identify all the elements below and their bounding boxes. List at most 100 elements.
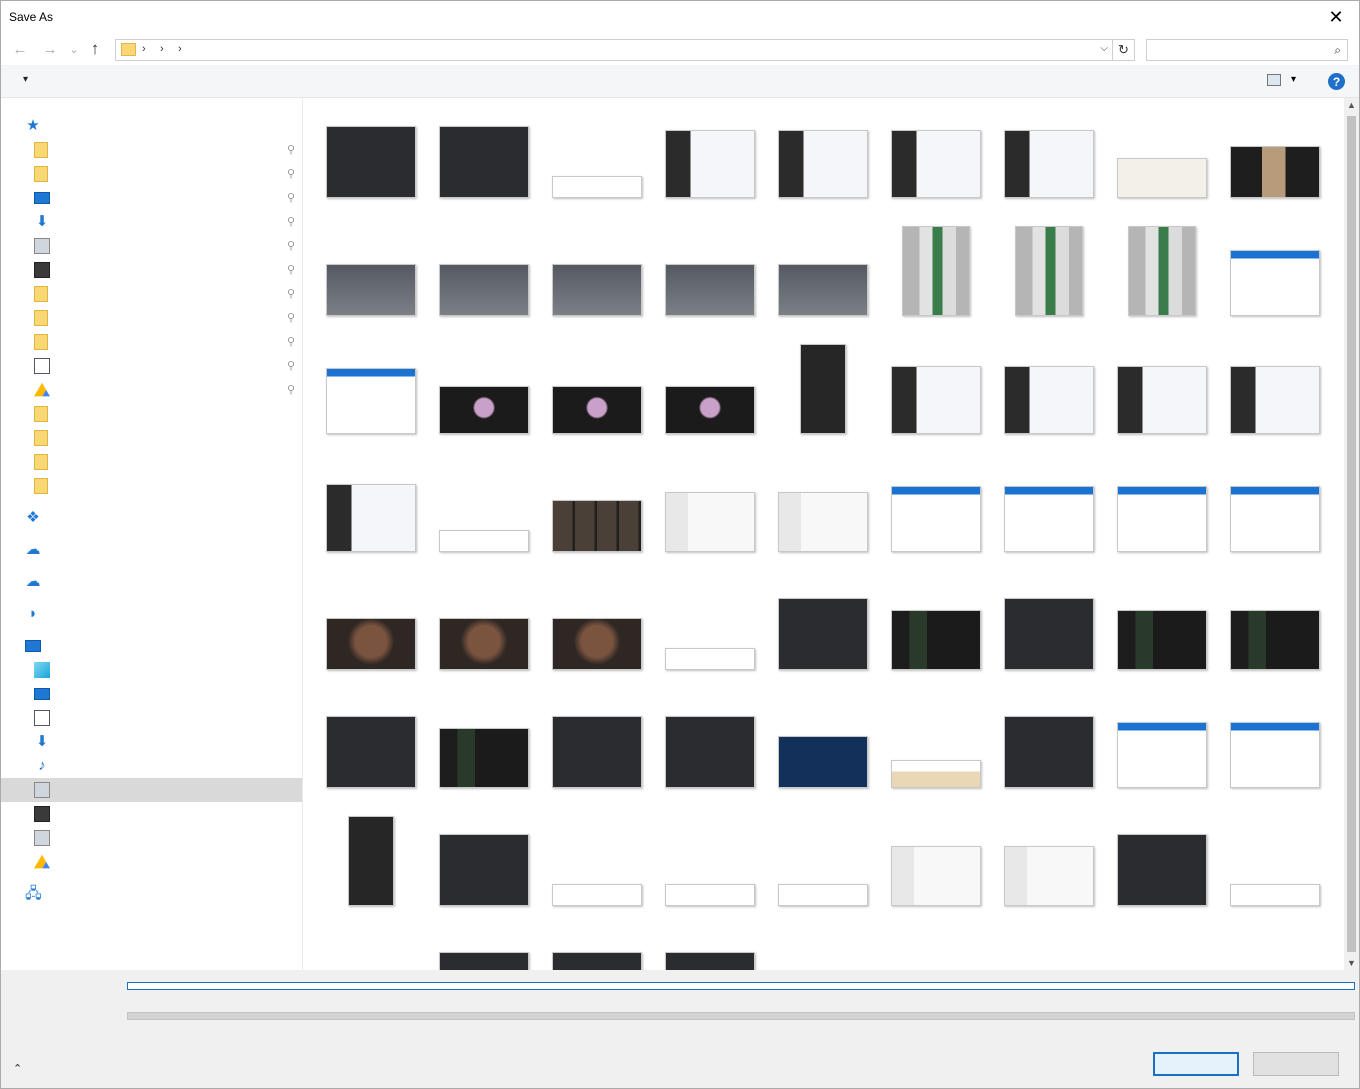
nav-item-google-drive[interactable] [1, 850, 302, 874]
file-thumbnail[interactable] [891, 760, 981, 788]
file-thumbnail[interactable] [891, 130, 981, 198]
change-view-icon[interactable] [1267, 74, 1281, 86]
file-thumbnail[interactable] [665, 386, 755, 434]
file-thumbnail[interactable] [778, 598, 868, 670]
file-thumbnail[interactable] [1117, 610, 1207, 670]
nav-item-documents[interactable] [1, 706, 302, 730]
recent-locations-button[interactable]: ⌄ [63, 39, 85, 59]
nav-item-videos[interactable] [1, 802, 302, 826]
up-button[interactable]: ↑ [84, 39, 106, 59]
file-thumbnail[interactable] [1004, 716, 1094, 788]
file-thumbnail[interactable] [439, 386, 529, 434]
file-thumbnail[interactable] [552, 500, 642, 552]
file-thumbnail[interactable] [1117, 486, 1207, 552]
file-thumbnail[interactable] [665, 884, 755, 906]
file-thumbnail[interactable] [778, 736, 868, 788]
file-thumbnail[interactable] [439, 834, 529, 906]
file-thumbnail[interactable] [1230, 250, 1320, 316]
view-options-dropdown[interactable]: ▾ [1291, 74, 1296, 85]
file-thumbnail[interactable] [665, 130, 755, 198]
nav-item-folder[interactable] [1, 402, 302, 426]
nav-item-quick-access-star[interactable]: ★ [1, 114, 302, 138]
nav-item-documents[interactable]: ⚲ [1, 354, 302, 378]
nav-item-folder[interactable] [1, 450, 302, 474]
cancel-button[interactable] [1253, 1052, 1339, 1076]
file-thumbnail[interactable] [552, 716, 642, 788]
file-thumbnail[interactable] [891, 366, 981, 434]
file-thumbnail[interactable] [891, 846, 981, 906]
file-thumbnail[interactable] [1117, 366, 1207, 434]
file-thumbnail[interactable] [439, 264, 529, 316]
file-thumbnail[interactable] [1230, 610, 1320, 670]
file-thumbnail[interactable] [552, 618, 642, 670]
file-thumbnail[interactable] [439, 618, 529, 670]
nav-item-3d-objects[interactable] [1, 658, 302, 682]
file-thumbnail[interactable] [778, 130, 868, 198]
nav-item-desktop[interactable] [1, 682, 302, 706]
nav-item-icloud[interactable]: ☁ [1, 538, 302, 562]
file-thumbnail[interactable] [1004, 486, 1094, 552]
file-thumbnail[interactable] [439, 126, 529, 198]
breadcrumb-chevron[interactable]: › [178, 43, 182, 55]
nav-item-folder[interactable]: ⚲ [1, 330, 302, 354]
nav-item-folder[interactable] [1, 426, 302, 450]
file-thumbnail[interactable] [326, 716, 416, 788]
scroll-up-icon[interactable]: ▲ [1344, 100, 1359, 110]
file-thumbnail[interactable] [778, 884, 868, 906]
nav-item-local-disk[interactable] [1, 826, 302, 850]
nav-item-downloads[interactable]: ⬇ ⚲ [1, 210, 302, 234]
nav-item-folder[interactable]: ⚲ [1, 306, 302, 330]
file-thumbnail[interactable] [891, 486, 981, 552]
file-thumbnail[interactable] [326, 484, 416, 552]
file-thumbnail[interactable] [552, 264, 642, 316]
file-thumbnail[interactable] [348, 816, 394, 906]
file-thumbnail[interactable] [665, 492, 755, 552]
file-thumbnail[interactable] [439, 728, 529, 788]
file-thumbnail[interactable] [326, 618, 416, 670]
breadcrumb-chevron[interactable]: › [160, 43, 164, 55]
file-thumbnail[interactable] [552, 884, 642, 906]
close-button[interactable]: ✕ [1313, 1, 1359, 33]
file-thumbnail[interactable] [1230, 486, 1320, 552]
file-thumbnail[interactable] [439, 952, 529, 970]
scroll-down-icon[interactable]: ▼ [1344, 958, 1359, 968]
file-thumbnail[interactable] [1004, 598, 1094, 670]
nav-item-pictures[interactable]: ⚲ [1, 234, 302, 258]
forward-button[interactable]: → [39, 39, 61, 59]
file-thumbnail[interactable] [800, 344, 846, 434]
nav-item-dropbox-replay[interactable]: ◗ [1, 602, 302, 626]
search-input[interactable]: ⌕ [1146, 39, 1348, 61]
address-dropdown-icon[interactable]: ⌵ [1100, 43, 1108, 54]
file-thumbnail[interactable] [1117, 834, 1207, 906]
file-thumbnail[interactable] [778, 264, 868, 316]
file-thumbnail[interactable] [1117, 722, 1207, 788]
file-thumbnail[interactable] [1015, 226, 1083, 316]
file-thumbnail[interactable] [778, 492, 868, 552]
filename-input[interactable] [127, 982, 1355, 990]
file-thumbnail[interactable] [1004, 846, 1094, 906]
file-thumbnail[interactable] [665, 952, 755, 970]
file-thumbnail[interactable] [665, 264, 755, 316]
hide-folders-chevron-icon[interactable]: ⌃ [13, 1062, 22, 1075]
file-thumbnail[interactable] [665, 716, 755, 788]
file-thumbnail[interactable] [1230, 366, 1320, 434]
nav-item-folder[interactable] [1, 474, 302, 498]
file-thumbnail[interactable] [326, 126, 416, 198]
organize-dropdown[interactable]: ▾ [23, 74, 28, 85]
back-button[interactable]: ← [9, 39, 31, 59]
file-thumbnail[interactable] [1128, 226, 1196, 316]
nav-item-downloads[interactable]: ⬇ [1, 730, 302, 754]
nav-item-network[interactable]: 🖧 [1, 882, 302, 906]
breadcrumb-chevron[interactable]: › [142, 43, 146, 55]
nav-item-music[interactable]: ♪ [1, 754, 302, 778]
refresh-button[interactable]: ↻ [1113, 39, 1135, 61]
nav-item-folder[interactable]: ⚲ [1, 162, 302, 186]
file-thumbnail[interactable] [1117, 158, 1207, 198]
nav-item-dropbox[interactable]: ❖ [1, 506, 302, 530]
address-bar[interactable]: › › › ⌵ [115, 39, 1113, 61]
file-thumbnail[interactable] [552, 952, 642, 970]
nav-item-desktop[interactable]: ⚲ [1, 186, 302, 210]
file-thumbnail[interactable] [439, 530, 529, 552]
scroll-thumb[interactable] [1347, 116, 1356, 952]
nav-item-onedrive[interactable]: ☁ [1, 570, 302, 594]
